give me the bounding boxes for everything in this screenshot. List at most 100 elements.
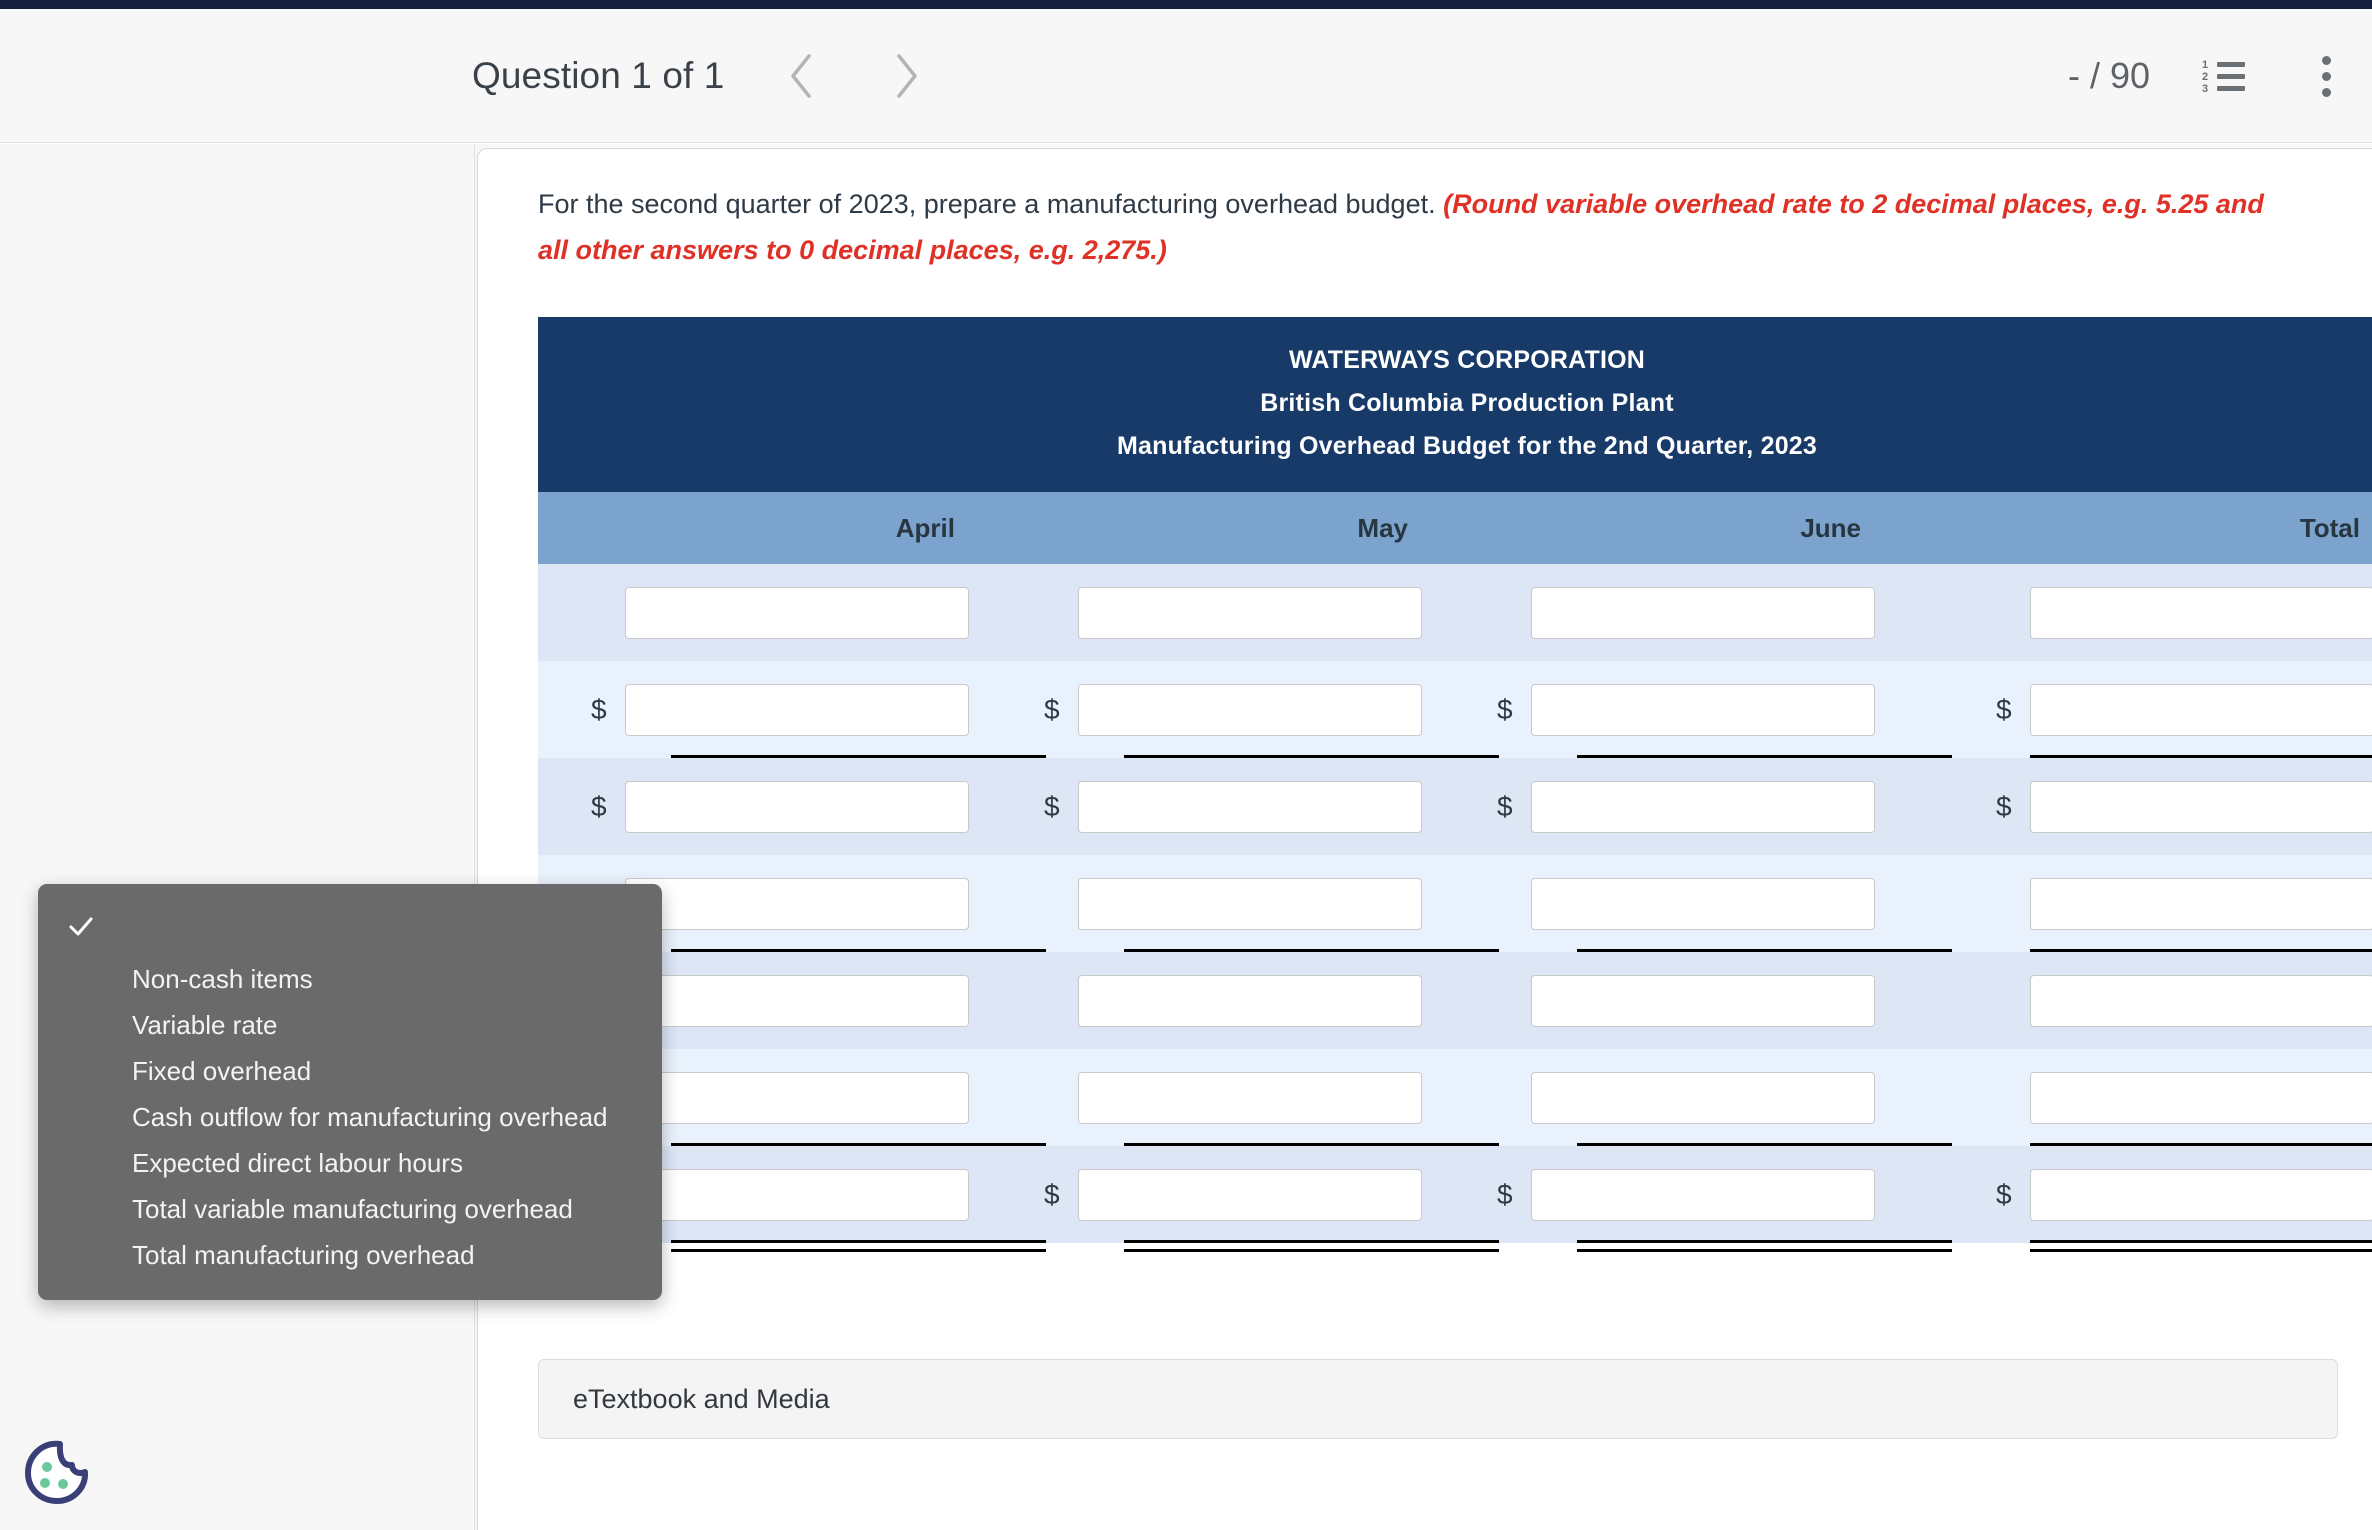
answer-input-r1-june[interactable] [1531, 586, 1875, 639]
answer-input-r2-june[interactable] [1531, 683, 1875, 736]
answer-input-r3-may[interactable] [1078, 780, 1422, 833]
cell-june: $ [1444, 855, 1897, 952]
cookie-settings-button[interactable] [20, 1436, 92, 1508]
answer-input-r1-april[interactable] [625, 586, 969, 639]
dollar-sign: $ [1497, 1178, 1513, 1210]
answer-input-r7-june[interactable] [1531, 1168, 1875, 1221]
table-title-block: WATERWAYS CORPORATION British Columbia P… [538, 317, 2372, 492]
answer-input-r5-total[interactable] [2030, 974, 2372, 1027]
dollar-sign: $ [1044, 693, 1060, 725]
svg-text:2: 2 [2202, 71, 2208, 83]
dropdown-item-total-variable-manufacturing-overhead[interactable]: Total variable manufacturing overhead [38, 1186, 662, 1232]
page-title: Question 1 of 1 [472, 55, 725, 96]
answer-input-r7-april[interactable] [625, 1168, 969, 1221]
answer-input-r2-total[interactable] [2030, 683, 2372, 736]
checkmark-icon [66, 912, 96, 947]
table-row: $ $ $ $ [538, 661, 2372, 758]
answer-input-r6-may[interactable] [1078, 1071, 1422, 1124]
header-right-group: - / 90 1 2 3 [2068, 9, 2372, 143]
answer-input-r5-june[interactable] [1531, 974, 1875, 1027]
table-row: $ $ $ $ [538, 1049, 2372, 1146]
answer-input-r4-total[interactable] [2030, 877, 2372, 930]
dropdown-item-total-manufacturing-overhead[interactable]: Total manufacturing overhead [38, 1232, 662, 1278]
cell-april: $ [538, 564, 991, 661]
kebab-dot-2 [2321, 71, 2331, 81]
etextbook-label: eTextbook and Media [573, 1383, 830, 1414]
dropdown-item-expected-direct-labour-hours[interactable]: Expected direct labour hours [38, 1140, 662, 1186]
numbered-list-icon[interactable]: 1 2 3 [2202, 53, 2248, 99]
table-row: $ $ $ $ [538, 952, 2372, 1049]
cell-june: $ [1444, 1049, 1897, 1146]
answer-input-r2-april[interactable] [625, 683, 969, 736]
answer-input-r4-april[interactable] [625, 877, 969, 930]
dropdown-item-fixed-overhead[interactable]: Fixed overhead [38, 1048, 662, 1094]
manufacturing-overhead-budget-table: WATERWAYS CORPORATION British Columbia P… [538, 317, 2372, 1252]
question-content-card: For the second quarter of 2023, prepare … [477, 148, 2372, 1530]
cell-total: $ [1897, 1049, 2372, 1146]
dropdown-item-non-cash-items[interactable]: Non-cash items [38, 956, 662, 1002]
answer-input-r6-total[interactable] [2030, 1071, 2372, 1124]
cell-june: $ [1444, 952, 1897, 1049]
answer-input-r1-total[interactable] [2030, 586, 2372, 639]
answer-input-r5-april[interactable] [625, 974, 969, 1027]
answer-input-r6-june[interactable] [1531, 1071, 1875, 1124]
answer-input-r4-june[interactable] [1531, 877, 1875, 930]
dropdown-selected-blank-option[interactable] [38, 902, 662, 956]
cell-total: $ [1897, 1146, 2372, 1243]
answer-input-r3-june[interactable] [1531, 780, 1875, 833]
cell-may: $ [991, 758, 1444, 855]
cell-total: $ [1897, 952, 2372, 1049]
column-header-total: Total [2299, 512, 2360, 543]
table-title-company: WATERWAYS CORPORATION [1288, 346, 1646, 374]
question-prompt: For the second quarter of 2023, prepare … [538, 181, 2268, 273]
chevron-left-icon [786, 52, 816, 100]
dollar-sign: $ [1996, 790, 2012, 822]
dollar-sign: $ [1044, 1178, 1060, 1210]
dollar-sign: $ [1996, 693, 2012, 725]
etextbook-and-media-button[interactable]: eTextbook and Media [538, 1359, 2338, 1439]
answer-input-r6-april[interactable] [625, 1071, 969, 1124]
cell-june: $ [1444, 564, 1897, 661]
cell-may: $ [991, 952, 1444, 1049]
kebab-menu-icon[interactable] [2306, 53, 2346, 99]
table-row: $ $ $ $ [538, 564, 2372, 661]
kebab-dot-3 [2321, 87, 2331, 97]
next-question-button[interactable] [876, 45, 938, 107]
cell-may: $ [991, 564, 1444, 661]
prompt-normal-text: For the second quarter of 2023, prepare … [538, 189, 1444, 219]
answer-input-r2-may[interactable] [1078, 683, 1422, 736]
question-header: Question 1 of 1 - / 90 1 2 3 [0, 9, 2372, 143]
dropdown-item-cash-outflow-for-manufacturing-overhead[interactable]: Cash outflow for manufacturing overhead [38, 1094, 662, 1140]
answer-input-r3-april[interactable] [625, 780, 969, 833]
previous-question-button[interactable] [770, 45, 832, 107]
column-header-april: April [895, 512, 955, 543]
dollar-sign: $ [1497, 790, 1513, 822]
cell-total: $ [1897, 758, 2372, 855]
column-header-june: June [1800, 512, 1861, 543]
cell-june: $ [1444, 661, 1897, 758]
answer-input-r3-total[interactable] [2030, 780, 2372, 833]
cell-total: $ [1897, 855, 2372, 952]
table-row: $ $ $ $ [538, 1146, 2372, 1252]
account-title-dropdown[interactable]: Non-cash items Variable rate Fixed overh… [38, 884, 662, 1300]
answer-input-r1-may[interactable] [1078, 586, 1422, 639]
cell-june: $ [1444, 758, 1897, 855]
dollar-sign: $ [1044, 790, 1060, 822]
table-column-header-row: April May June Total [538, 492, 2372, 564]
svg-text:1: 1 [2202, 59, 2208, 71]
answer-input-r4-may[interactable] [1078, 877, 1422, 930]
kebab-dot-1 [2321, 55, 2331, 65]
dollar-sign: $ [591, 693, 607, 725]
body-area: For the second quarter of 2023, prepare … [0, 144, 2372, 1530]
cell-total: $ [1897, 564, 2372, 661]
answer-input-r7-total[interactable] [2030, 1168, 2372, 1221]
dropdown-item-variable-rate[interactable]: Variable rate [38, 1002, 662, 1048]
cell-may: $ [991, 1049, 1444, 1146]
table-title-plant: British Columbia Production Plant [1260, 389, 1674, 417]
table-row: $ $ $ $ [538, 855, 2372, 952]
cell-total: $ [1897, 661, 2372, 758]
dollar-sign: $ [1996, 1178, 2012, 1210]
answer-input-r7-may[interactable] [1078, 1168, 1422, 1221]
cell-june: $ [1444, 1146, 1897, 1243]
answer-input-r5-may[interactable] [1078, 974, 1422, 1027]
